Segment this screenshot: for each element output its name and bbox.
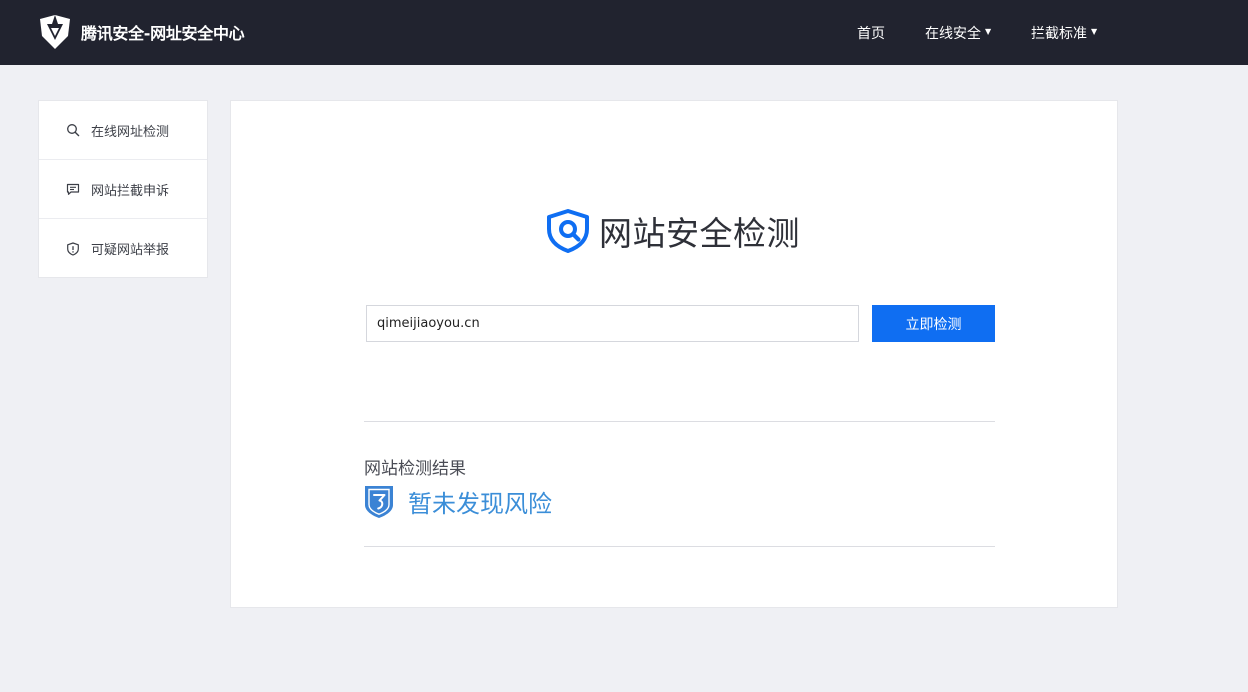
url-input[interactable] [366,305,859,342]
chevron-down-icon: ▼ [985,27,992,36]
safe-shield-icon [365,485,393,518]
result-label: 网站检测结果 [364,459,466,479]
top-navigation-bar: 腾讯安全-网址安全中心 首页 在线安全 ▼ 拦截标准 ▼ [0,0,1248,65]
sidebar-item-appeal[interactable]: 网站拦截申诉 [39,160,207,219]
sidebar-item-label: 网站拦截申诉 [91,183,170,199]
nav-online-security[interactable]: 在线安全 ▼ [925,0,991,65]
sidebar-item-report[interactable]: 可疑网站举报 [39,219,207,278]
nav-block-standards-label: 拦截标准 [1031,25,1087,42]
divider [364,546,995,547]
sidebar-item-label: 在线网址检测 [91,124,170,140]
shield-search-icon [547,209,589,253]
search-icon [67,124,80,137]
tencent-security-logo-icon [40,15,70,49]
nav-home-label: 首页 [857,25,885,42]
chevron-down-icon: ▼ [1091,27,1098,36]
nav-home[interactable]: 首页 [857,0,885,65]
chat-icon [66,183,80,195]
page-title: 网站安全检测 [599,214,800,253]
nav-block-standards[interactable]: 拦截标准 ▼ [1031,0,1097,65]
brand-title: 腾讯安全-网址安全中心 [81,24,245,43]
sidebar-item-url-check[interactable]: 在线网址检测 [39,101,207,160]
page-heading: 网站安全检测 [545,207,800,255]
nav-online-security-label: 在线安全 [925,25,981,42]
sidebar: 在线网址检测 网站拦截申诉 可疑网站举报 [38,100,208,278]
result-status: 暂未发现风险 [408,490,552,518]
divider [364,421,995,422]
check-now-button[interactable]: 立即检测 [872,305,995,342]
result-status-row: 暂未发现风险 [364,484,552,519]
main-panel: 网站安全检测 立即检测 网站检测结果 暂未发现风险 [230,100,1118,608]
brand[interactable]: 腾讯安全-网址安全中心 [38,14,245,50]
sidebar-item-label: 可疑网站举报 [91,243,170,258]
shield-alert-icon [67,241,79,256]
